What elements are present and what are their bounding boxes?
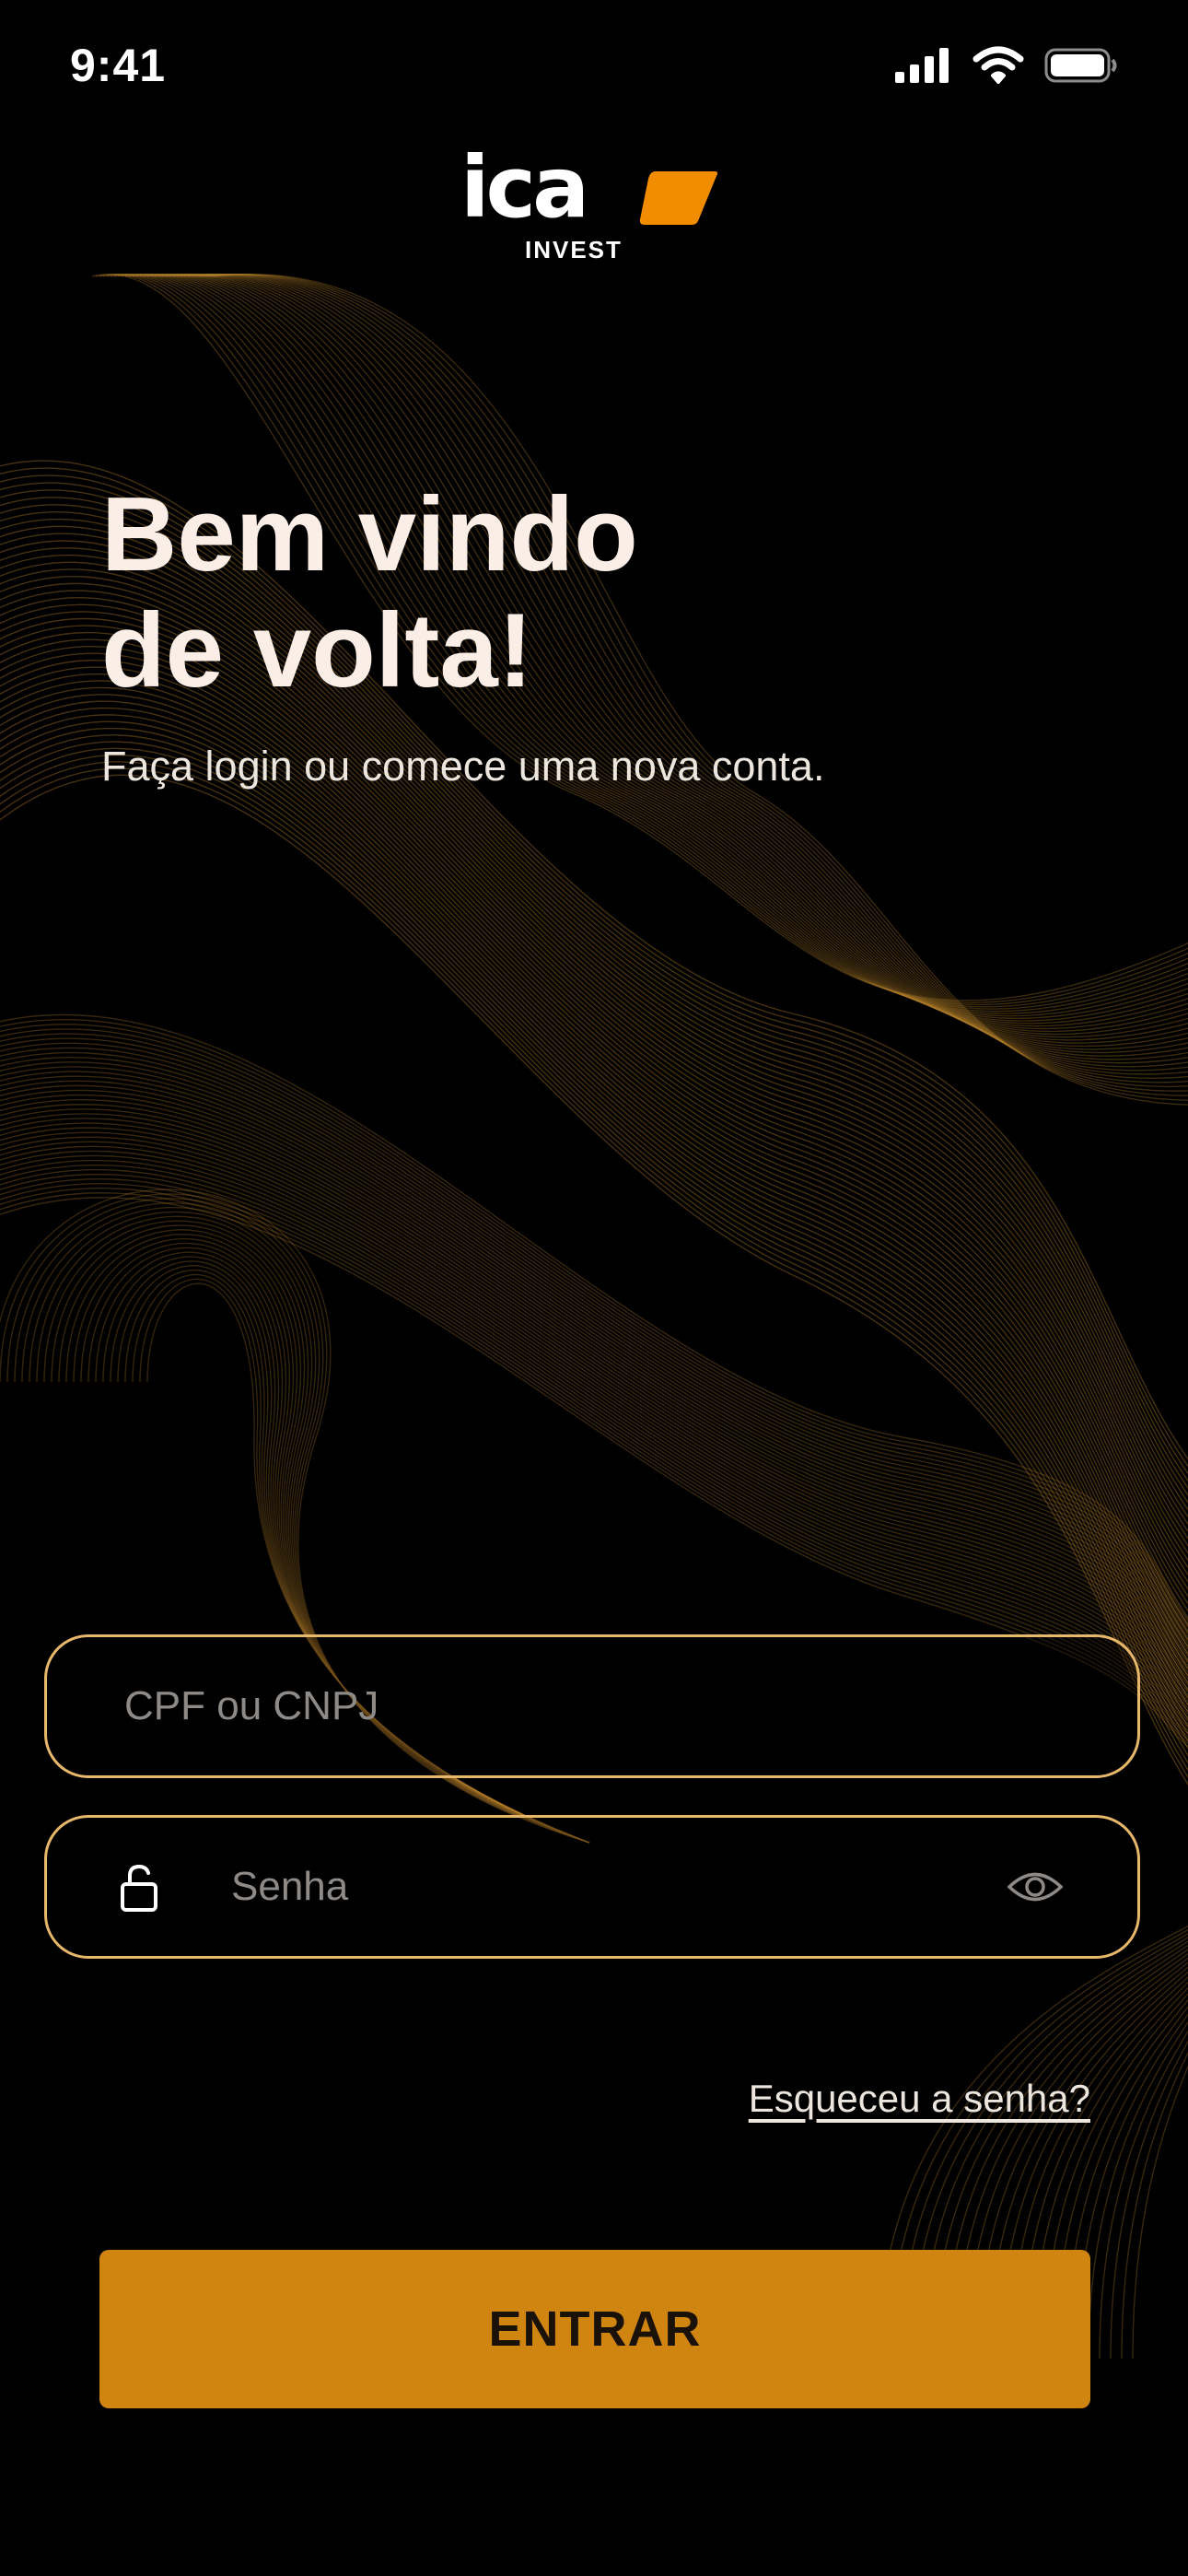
document-field[interactable] [44,1634,1140,1778]
brand-mark-icon [639,171,718,225]
welcome-title: Bem vindo de volta! [101,477,638,709]
password-field[interactable] [44,1815,1140,1959]
battery-icon [1044,48,1117,83]
status-bar: 9:41 [0,0,1188,138]
wave-background [0,274,1188,2359]
brand-name-text: ICA [460,138,589,237]
status-icons [895,46,1118,85]
login-button[interactable]: ENTRAR [99,2250,1090,2408]
status-time: 9:41 [70,40,167,91]
login-screen: 9:41 ICA IN [0,0,1188,2576]
wifi-icon [973,46,1024,84]
signal-icon [895,48,949,83]
lock-icon [121,1864,157,1912]
document-input[interactable] [124,1637,1082,1775]
welcome-title-line1: Bem vindo [101,476,638,593]
brand-subtitle: INVEST [525,236,623,263]
brand-logo: ICA INVEST [460,146,728,269]
welcome-title-line2: de volta! [101,592,533,709]
welcome-subtitle: Faça login ou comece uma nova conta. [101,743,825,790]
eye-icon[interactable] [1007,1864,1064,1910]
brand-name: ICA [460,146,589,230]
forgot-password-link[interactable]: Esqueceu a senha? [749,2077,1090,2121]
password-input[interactable] [231,1818,986,1956]
